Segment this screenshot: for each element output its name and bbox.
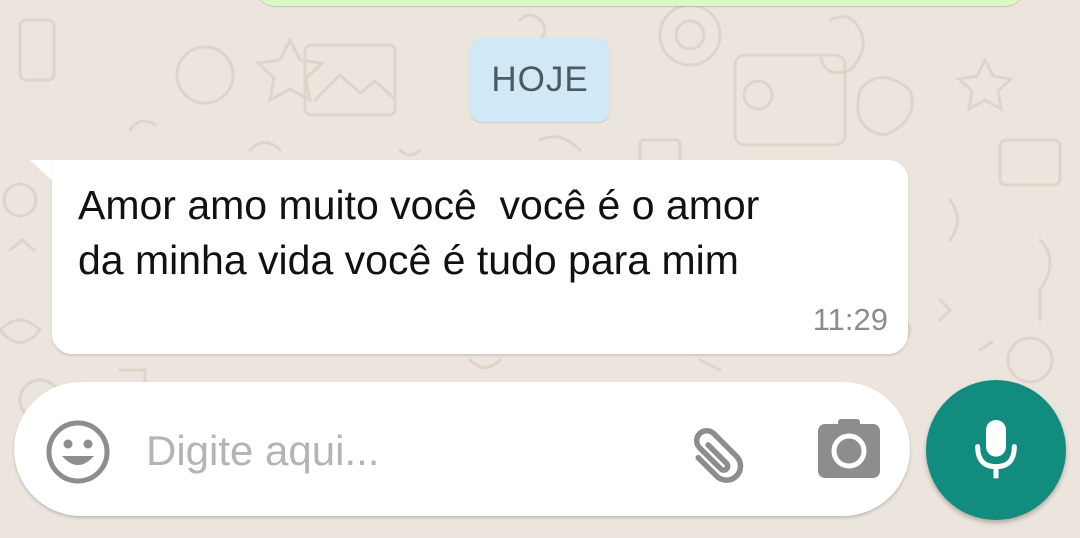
microphone-icon — [975, 420, 1017, 479]
message-timestamp: 11:29 — [812, 302, 888, 337]
date-divider: HOJE — [470, 38, 610, 122]
emoji-icon[interactable] — [46, 420, 110, 484]
date-divider-label: HOJE — [491, 60, 589, 99]
paperclip-icon[interactable] — [682, 416, 754, 488]
message-text: Amor amo muito você você é o amor da min… — [78, 182, 760, 283]
message-bubble[interactable]: Amor amo muito você você é o amor da min… — [52, 160, 908, 354]
camera-icon[interactable] — [814, 416, 884, 486]
message-input[interactable] — [144, 418, 628, 484]
microphone-button[interactable] — [926, 380, 1066, 520]
previous-sent-message-bubble — [255, 0, 1025, 6]
message-composer — [14, 382, 910, 516]
